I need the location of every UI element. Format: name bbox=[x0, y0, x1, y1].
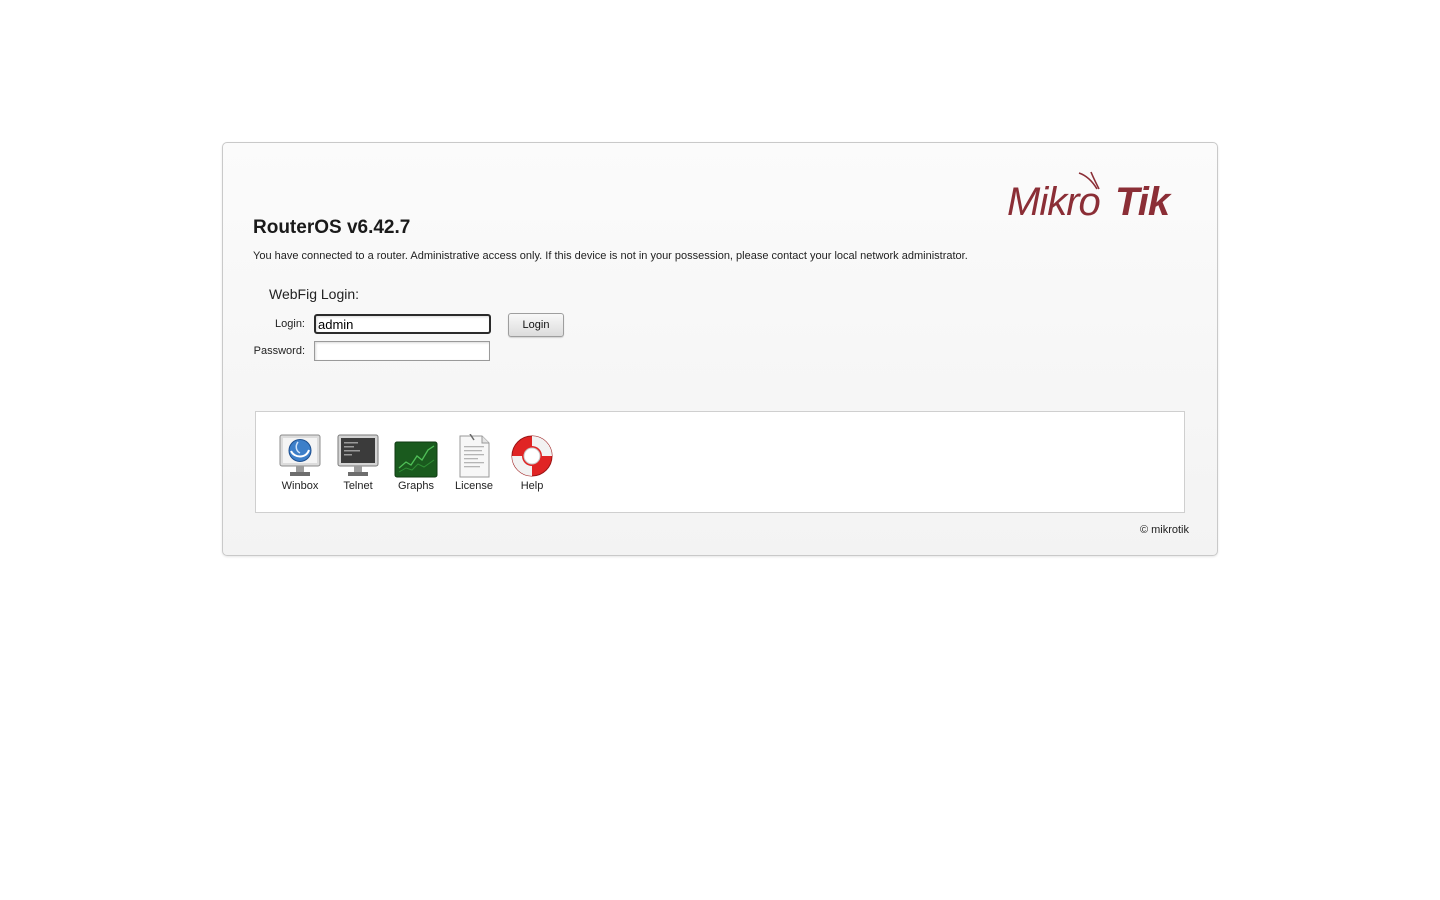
winbox-icon bbox=[279, 434, 321, 476]
graphs-icon bbox=[394, 441, 438, 478]
tool-license[interactable]: License bbox=[446, 434, 502, 494]
page-title: RouterOS v6.42.7 bbox=[253, 217, 411, 238]
help-icon bbox=[511, 435, 553, 477]
tool-help[interactable]: Help bbox=[504, 434, 560, 494]
tool-winbox[interactable]: Winbox bbox=[272, 434, 328, 494]
login-label: Login: bbox=[275, 318, 305, 330]
access-notice: You have connected to a router. Administ… bbox=[253, 250, 968, 262]
svg-text:Tik: Tik bbox=[1115, 180, 1172, 223]
tool-telnet[interactable]: Telnet bbox=[330, 434, 386, 494]
mikrotik-logo: Mikro Tik bbox=[1007, 171, 1173, 223]
login-input[interactable] bbox=[314, 314, 491, 334]
tools-bar: Winbox Telnet Graphs License Help bbox=[255, 411, 1185, 513]
webfig-login-heading: WebFig Login: bbox=[269, 286, 360, 302]
telnet-icon bbox=[337, 434, 379, 476]
copyright-text: © mikrotik bbox=[1139, 524, 1189, 536]
password-input[interactable] bbox=[314, 341, 490, 361]
login-button[interactable]: Login bbox=[508, 313, 564, 337]
password-label: Password: bbox=[253, 345, 305, 357]
login-panel: Mikro Tik RouterOS v6.42.7 You have conn… bbox=[222, 142, 1218, 556]
tool-graphs[interactable]: Graphs bbox=[388, 434, 444, 494]
license-icon bbox=[459, 434, 490, 478]
svg-text:Mikro: Mikro bbox=[1007, 180, 1100, 223]
